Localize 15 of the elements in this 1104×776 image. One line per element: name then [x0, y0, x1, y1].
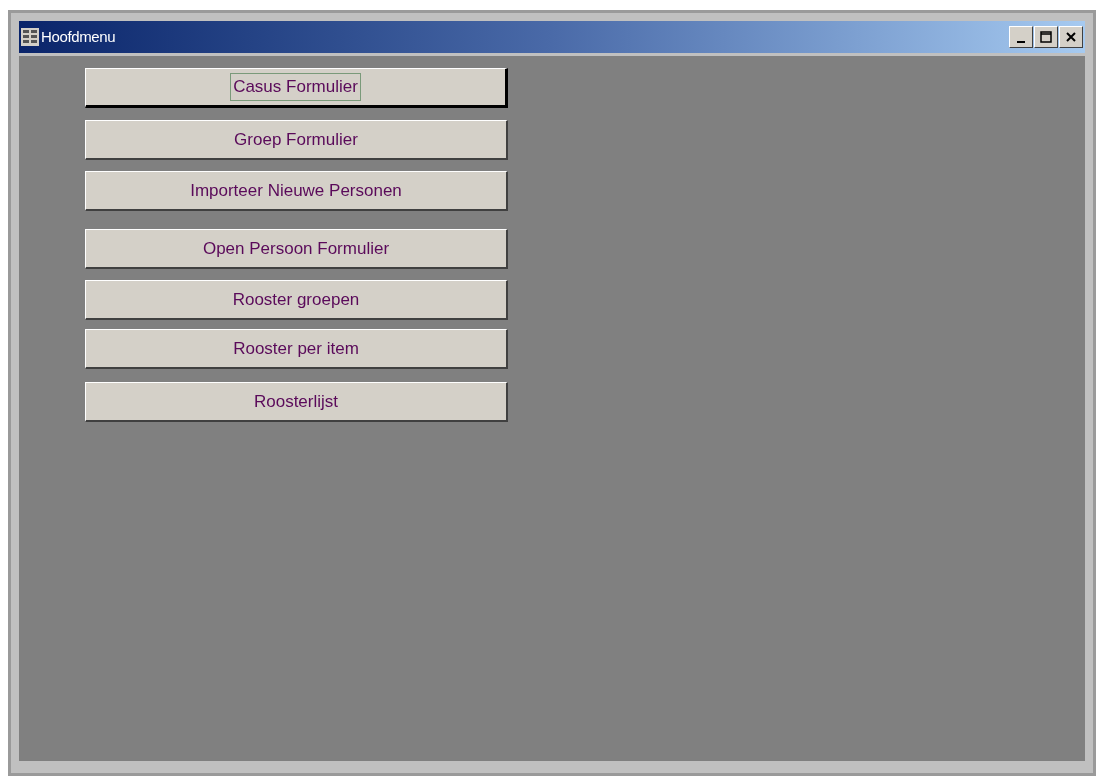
menu-button[interactable]: Open Persoon Formulier [85, 229, 508, 269]
menu-button[interactable]: Groep Formulier [85, 120, 508, 160]
menu-button[interactable]: Casus Formulier [85, 68, 508, 108]
minimize-icon [1017, 40, 1025, 43]
maximize-icon [1040, 31, 1052, 43]
menu-button[interactable]: Importeer Nieuwe Personen [85, 171, 508, 211]
menu-button[interactable]: Rooster groepen [85, 280, 508, 320]
menu-button[interactable]: Rooster per item [85, 329, 508, 369]
form-icon [21, 28, 39, 46]
close-button[interactable] [1059, 26, 1083, 48]
window-title: Hoofdmenu [41, 26, 116, 47]
menu-button[interactable]: Roosterlijst [85, 382, 508, 422]
minimize-button[interactable] [1009, 26, 1033, 48]
maximize-button[interactable] [1034, 26, 1058, 48]
close-icon [1065, 31, 1077, 43]
